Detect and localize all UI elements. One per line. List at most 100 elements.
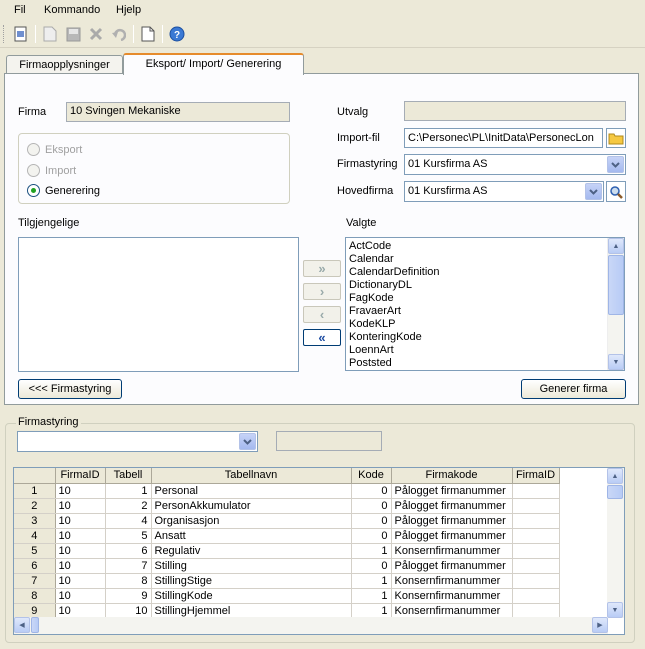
list-item[interactable]: LoennArt [346,344,624,357]
cell-firmakode[interactable]: Pålogget firmanummer [391,558,513,574]
cell-firmaid[interactable]: 10 [55,558,106,574]
menu-kommando[interactable]: Kommando [44,4,100,16]
cell-kode[interactable]: 0 [351,528,392,544]
cell-tabell[interactable]: 7 [105,558,152,574]
data-grid[interactable]: FirmaID Tabell Tabellnavn Kode Firmakode… [13,467,625,635]
table-row[interactable]: 3 10 4 Organisasjon 0 Pålogget firmanummer [14,513,560,529]
scroll-thumb[interactable] [31,617,39,633]
cell-tabellnavn[interactable]: Ansatt [151,528,352,544]
move-left-button[interactable]: ‹ [303,306,341,323]
table-row[interactable]: 7 10 8 StillingStige 1 Konsernfirmanummer [14,573,560,589]
scroll-thumb[interactable] [607,485,623,499]
firmastyring-button[interactable]: <<< Firmastyring [18,379,122,399]
scroll-down-icon[interactable]: ▼ [607,602,623,618]
cell-firmaid-2[interactable] [512,528,560,544]
cell-firmakode[interactable]: Konsernfirmanummer [391,543,513,559]
grid-header-tabell[interactable]: Tabell [105,468,152,484]
move-all-right-button[interactable]: » [303,260,341,277]
menu-fil[interactable]: Fil [14,4,26,16]
radio-eksport[interactable]: Eksport [27,143,82,156]
cell-tabell[interactable]: 5 [105,528,152,544]
cell-tabellnavn[interactable]: Personal [151,483,352,499]
grid-header-kode[interactable]: Kode [351,468,392,484]
importfil-input[interactable]: C:\Personec\PL\InitData\PersonecLon [404,128,603,148]
table-row[interactable]: 8 10 9 StillingKode 1 Konsernfirmanummer [14,588,560,604]
cell-firmaid-2[interactable] [512,558,560,574]
cell-firmaid[interactable]: 10 [55,513,106,529]
cell-kode[interactable]: 1 [351,573,392,589]
cell-tabellnavn[interactable]: Stilling [151,558,352,574]
table-row[interactable]: 9 10 10 StillingHjemmel 1 Konsernfirmanummer [14,603,560,619]
cell-kode[interactable]: 0 [351,558,392,574]
cell-tabell[interactable]: 10 [105,603,152,619]
radio-generering[interactable]: Generering [27,184,100,197]
scroll-up-icon[interactable]: ▲ [607,468,623,484]
tab-firmaopplysninger[interactable]: Firmaopplysninger [6,55,123,75]
table-row[interactable]: 2 10 2 PersonAkkumulator 0 Pålogget firmanumm… [14,498,560,514]
table-row[interactable]: 5 10 6 Regulativ 1 Konsernfirmanummer [14,543,560,559]
cell-firmaid-2[interactable] [512,513,560,529]
table-row[interactable]: 4 10 5 Ansatt 0 Pålogget firmanummer [14,528,560,544]
grid-header-firmakode[interactable]: Firmakode [391,468,513,484]
valgte-scrollbar[interactable]: ▲ ▼ [607,238,624,370]
menu-hjelp[interactable]: Hjelp [116,4,141,16]
cell-tabellnavn[interactable]: StillingHjemmel [151,603,352,619]
cell-firmaid-2[interactable] [512,603,560,619]
tilgjengelige-list[interactable] [18,237,299,372]
cell-tabell[interactable]: 4 [105,513,152,529]
delete-icon[interactable] [86,24,106,44]
list-item[interactable]: ActCode [346,240,624,253]
cell-kode[interactable]: 1 [351,543,392,559]
grid-row-header[interactable]: 8 [14,588,56,604]
grid-vertical-scrollbar[interactable]: ▲ ▼ [607,468,624,618]
cell-kode[interactable]: 0 [351,483,392,499]
grid-row-header[interactable]: 7 [14,573,56,589]
firmastyring-select[interactable]: 01 Kursfirma AS [404,154,626,175]
chevron-down-icon[interactable] [585,183,602,200]
undo-icon[interactable] [109,24,129,44]
cell-tabell[interactable]: 9 [105,588,152,604]
scroll-right-icon[interactable]: ▶ [592,617,608,633]
cell-firmakode[interactable]: Konsernfirmanummer [391,573,513,589]
cell-firmaid[interactable]: 10 [55,603,106,619]
grid-row-header[interactable]: 2 [14,498,56,514]
cell-firmakode[interactable]: Pålogget firmanummer [391,528,513,544]
cell-firmaid-2[interactable] [512,543,560,559]
scroll-up-icon[interactable]: ▲ [608,238,624,254]
chevron-down-icon[interactable] [607,156,624,173]
cell-tabell[interactable]: 2 [105,498,152,514]
grid-row-header[interactable]: 9 [14,603,56,619]
cell-tabellnavn[interactable]: PersonAkkumulator [151,498,352,514]
folder-icon[interactable] [606,128,626,148]
cell-tabell[interactable]: 6 [105,543,152,559]
chevron-down-icon[interactable] [239,433,256,450]
blank-page-icon[interactable] [138,24,158,44]
cell-firmakode[interactable]: Konsernfirmanummer [391,588,513,604]
grid-row-header[interactable]: 3 [14,513,56,529]
cell-kode[interactable]: 0 [351,513,392,529]
list-item[interactable]: Calendar [346,253,624,266]
tab-eksport-import-generering[interactable]: Eksport/ Import/ Generering [123,53,304,75]
table-row[interactable]: 6 10 7 Stilling 0 Pålogget firmanummer [14,558,560,574]
cell-firmakode[interactable]: Konsernfirmanummer [391,603,513,619]
list-item[interactable]: FravaerArt [346,305,624,318]
cell-firmaid[interactable]: 10 [55,588,106,604]
list-item[interactable]: DictionaryDL [346,279,624,292]
help-icon[interactable]: ? [167,24,187,44]
save-icon[interactable] [63,24,83,44]
grid-row-header[interactable]: 4 [14,528,56,544]
grid-row-header[interactable]: 1 [14,483,56,499]
cell-firmakode[interactable]: Pålogget firmanummer [391,483,513,499]
cell-firmaid-2[interactable] [512,498,560,514]
cell-firmaid-2[interactable] [512,573,560,589]
cell-firmaid-2[interactable] [512,588,560,604]
cell-firmaid[interactable]: 10 [55,528,106,544]
cell-tabell[interactable]: 1 [105,483,152,499]
cell-tabellnavn[interactable]: Organisasjon [151,513,352,529]
list-item[interactable]: CalendarDefinition [346,266,624,279]
grid-row-header[interactable]: 5 [14,543,56,559]
move-all-left-button[interactable]: « [303,329,341,346]
cell-firmaid-2[interactable] [512,483,560,499]
cell-tabellnavn[interactable]: StillingKode [151,588,352,604]
grid-header-tabellnavn[interactable]: Tabellnavn [151,468,352,484]
